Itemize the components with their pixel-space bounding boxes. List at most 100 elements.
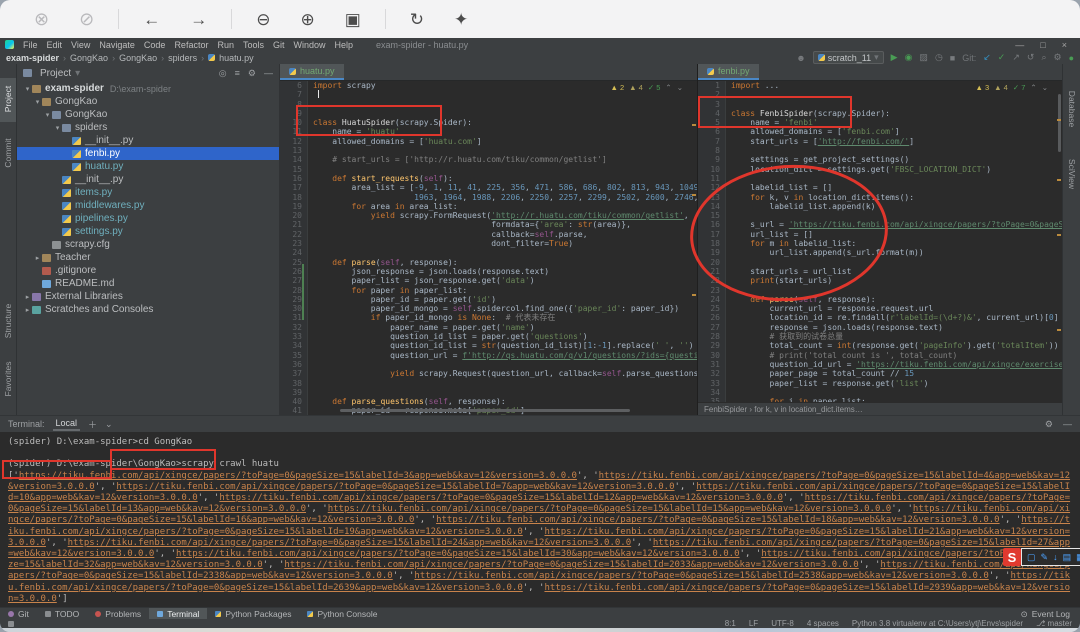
code-line[interactable]: 12 labelid_list = []: [698, 183, 1062, 192]
plugin-status-icon[interactable]: ●: [1069, 53, 1074, 63]
run-button[interactable]: ▶: [891, 52, 898, 63]
toolwindow-quick-access-icon[interactable]: [8, 621, 14, 627]
tree-item-spiders[interactable]: ▾spiders: [17, 121, 279, 134]
code-line[interactable]: 29 paper_id = paper.get('id'): [280, 295, 697, 304]
code-line[interactable]: 14 labelid_list.append(k): [698, 202, 1062, 211]
tree-item-middlewares.py[interactable]: middlewares.py: [17, 199, 279, 212]
code-line[interactable]: 16 def start_requests(self):: [280, 174, 697, 183]
settings-gear-icon[interactable]: ⚙: [1053, 52, 1061, 63]
editor-tab-huatu[interactable]: huatu.py: [280, 64, 344, 80]
horizontal-scrollbar[interactable]: [340, 409, 630, 412]
code-line[interactable]: 10class HuatuSpider(scrapy.Spider):: [280, 118, 697, 127]
menu-git[interactable]: Git: [273, 40, 285, 50]
status-encoding[interactable]: UTF-8: [771, 619, 794, 628]
breadcrumb-item[interactable]: exam-spider: [6, 53, 59, 63]
code-line[interactable]: 5 name = 'fenbi': [698, 118, 1062, 127]
code-line[interactable]: 33 paper_list = response.get('list'): [698, 379, 1062, 388]
tree-item-readme.md[interactable]: README.md: [17, 277, 279, 290]
editor-tab-fenbi[interactable]: fenbi.py: [698, 64, 759, 80]
tree-chevron-icon[interactable]: ▾: [43, 111, 52, 119]
url-link[interactable]: https://tiku.fenbi.com/api/xingce/papers…: [414, 571, 988, 581]
code-line[interactable]: 11 name = 'huatu': [280, 127, 697, 136]
git-update-button[interactable]: ↙: [983, 52, 991, 63]
code-line[interactable]: 9 settings = get_project_settings(): [698, 155, 1062, 164]
url-link[interactable]: https://tiku.fenbi.com/api/xingce/papers…: [176, 549, 740, 559]
url-link[interactable]: https://tiku.fenbi.com/api/xingce/papers…: [284, 560, 858, 570]
status-line-ending[interactable]: LF: [749, 619, 758, 628]
code-line[interactable]: 30 paper_id_mongo = self.spidercol.find_…: [280, 304, 697, 313]
profiler-button[interactable]: ◷: [935, 52, 943, 63]
tree-item-gongkao[interactable]: ▾GongKao: [17, 108, 279, 121]
tree-chevron-icon[interactable]: ▸: [23, 293, 32, 301]
url-link[interactable]: https://tiku.fenbi.com/api/xingce/papers…: [328, 504, 892, 514]
code-line[interactable]: 14 # start_urls = ['http://r.huatu.com/t…: [280, 155, 697, 164]
status-interpreter[interactable]: Python 3.8 virtualenv at C:\Users\ytj\En…: [852, 619, 1023, 628]
code-line[interactable]: 16 s_url = 'https://tiku.fenbi.com/api/x…: [698, 220, 1062, 229]
code-line[interactable]: 27 response = json.loads(response.text): [698, 323, 1062, 332]
tree-chevron-icon[interactable]: ▸: [33, 254, 42, 262]
code-line[interactable]: 32 paper_name = paper.get('name'): [280, 323, 697, 332]
tree-item-exam-spider[interactable]: ▾exam-spiderD:\exam-spider: [17, 82, 279, 95]
tree-item-__init__.py[interactable]: __init__.py: [17, 173, 279, 186]
code-line[interactable]: 23 dont_filter=True): [280, 239, 697, 248]
minimize-button[interactable]: —: [1015, 40, 1024, 50]
git-push-button[interactable]: ↗: [1012, 52, 1020, 63]
menu-view[interactable]: View: [71, 40, 90, 50]
code-line[interactable]: 30 # print('total count is ', total_coun…: [698, 351, 1062, 360]
close-circle-icon[interactable]: ⊗: [34, 10, 49, 28]
debug-button[interactable]: ◉: [905, 52, 913, 63]
project-panel-title[interactable]: Project ▾: [23, 68, 80, 79]
code-line[interactable]: 20 yield scrapy.FormRequest('http://r.hu…: [280, 211, 697, 220]
terminal-tab-local[interactable]: Local: [53, 417, 81, 431]
code-line[interactable]: 17 area_list = [-9, 1, 11, 41, 225, 356,…: [280, 183, 697, 192]
code-line[interactable]: 25 def parse(self, response):: [280, 258, 697, 267]
capture-pen-icon[interactable]: ✎: [1041, 552, 1049, 563]
tree-chevron-icon[interactable]: ▾: [33, 98, 42, 106]
toolwindow-tab-favorites[interactable]: Favorites: [3, 362, 13, 397]
code-line[interactable]: 11: [698, 174, 1062, 183]
terminal-settings-gear-icon[interactable]: ⚙: [1045, 419, 1053, 430]
menu-run[interactable]: Run: [217, 40, 234, 50]
capture-grid-icon[interactable]: ▦: [1076, 552, 1080, 563]
url-link[interactable]: https://tiku.fenbi.com/api/xingce/papers…: [436, 515, 1000, 525]
tree-item-gongkao[interactable]: ▾GongKao: [17, 95, 279, 108]
code-line[interactable]: 7 start_urls = ['http://fenbi.com/']: [698, 137, 1062, 146]
tree-chevron-icon[interactable]: ▸: [23, 306, 32, 314]
status-caret-position[interactable]: 8:1: [725, 619, 736, 628]
status-indent[interactable]: 4 spaces: [807, 619, 839, 628]
url-link[interactable]: https://tiku.fenbi.com/api/xingce/papers…: [116, 482, 674, 492]
code-line[interactable]: 21 formdata={'area': str(area)},: [280, 220, 697, 229]
vertical-scrollbar[interactable]: [1058, 94, 1061, 152]
panel-settings-gear-icon[interactable]: ⚙: [248, 68, 256, 79]
code-line[interactable]: 24 def parse(self, response):: [698, 295, 1062, 304]
url-link[interactable]: https://tiku.fenbi.com/api/xingce/papers…: [219, 493, 783, 503]
user-icon[interactable]: ☻: [796, 53, 805, 63]
code-line[interactable]: 25 current_url = response.request.url: [698, 304, 1062, 313]
code-line[interactable]: 26 json_response = json.loads(response.t…: [280, 267, 697, 276]
code-line[interactable]: 13 for k, v in location_dict.items():: [698, 193, 1062, 202]
code-line[interactable]: 21 start_urls = url_list: [698, 267, 1062, 276]
tree-item-scratches-and-consoles[interactable]: ▸Scratches and Consoles: [17, 303, 279, 316]
tree-item-.gitignore[interactable]: .gitignore: [17, 264, 279, 277]
breadcrumb-item[interactable]: huatu.py: [219, 53, 254, 63]
prev-issue-icon[interactable]: ⌃: [665, 83, 671, 92]
tree-item-pipelines.py[interactable]: pipelines.py: [17, 212, 279, 225]
tree-item-external-libraries[interactable]: ▸External Libraries: [17, 290, 279, 303]
blocked-circle-icon[interactable]: ⊘: [79, 10, 94, 28]
menu-help[interactable]: Help: [335, 40, 354, 50]
chevron-down-icon[interactable]: ⌄: [105, 419, 113, 430]
code-line[interactable]: 4class FenbiSpider(scrapy.Spider):: [698, 109, 1062, 118]
code-line[interactable]: 22 print(start_urls): [698, 276, 1062, 285]
code-line[interactable]: 12 allowed_domains = ['huatu.com']: [280, 137, 697, 146]
menu-refactor[interactable]: Refactor: [174, 40, 208, 50]
code-line[interactable]: 19 url_list.append(s_url.format(m)): [698, 248, 1062, 257]
code-line[interactable]: 18 for m in labelid_list:: [698, 239, 1062, 248]
code-area[interactable]: 6import scrapy7 8 9 10class HuatuSpider(…: [280, 81, 697, 416]
terminal-output[interactable]: (spider) D:\exam-spider>cd GongKao (spid…: [0, 432, 1080, 630]
code-line[interactable]: 3: [698, 100, 1062, 109]
menu-code[interactable]: Code: [144, 40, 166, 50]
zoom-in-icon[interactable]: ⊕: [300, 11, 314, 28]
tree-item-huatu.py[interactable]: huatu.py: [17, 160, 279, 173]
code-line[interactable]: 36: [280, 360, 697, 369]
git-commit-button[interactable]: ✓: [998, 52, 1006, 63]
